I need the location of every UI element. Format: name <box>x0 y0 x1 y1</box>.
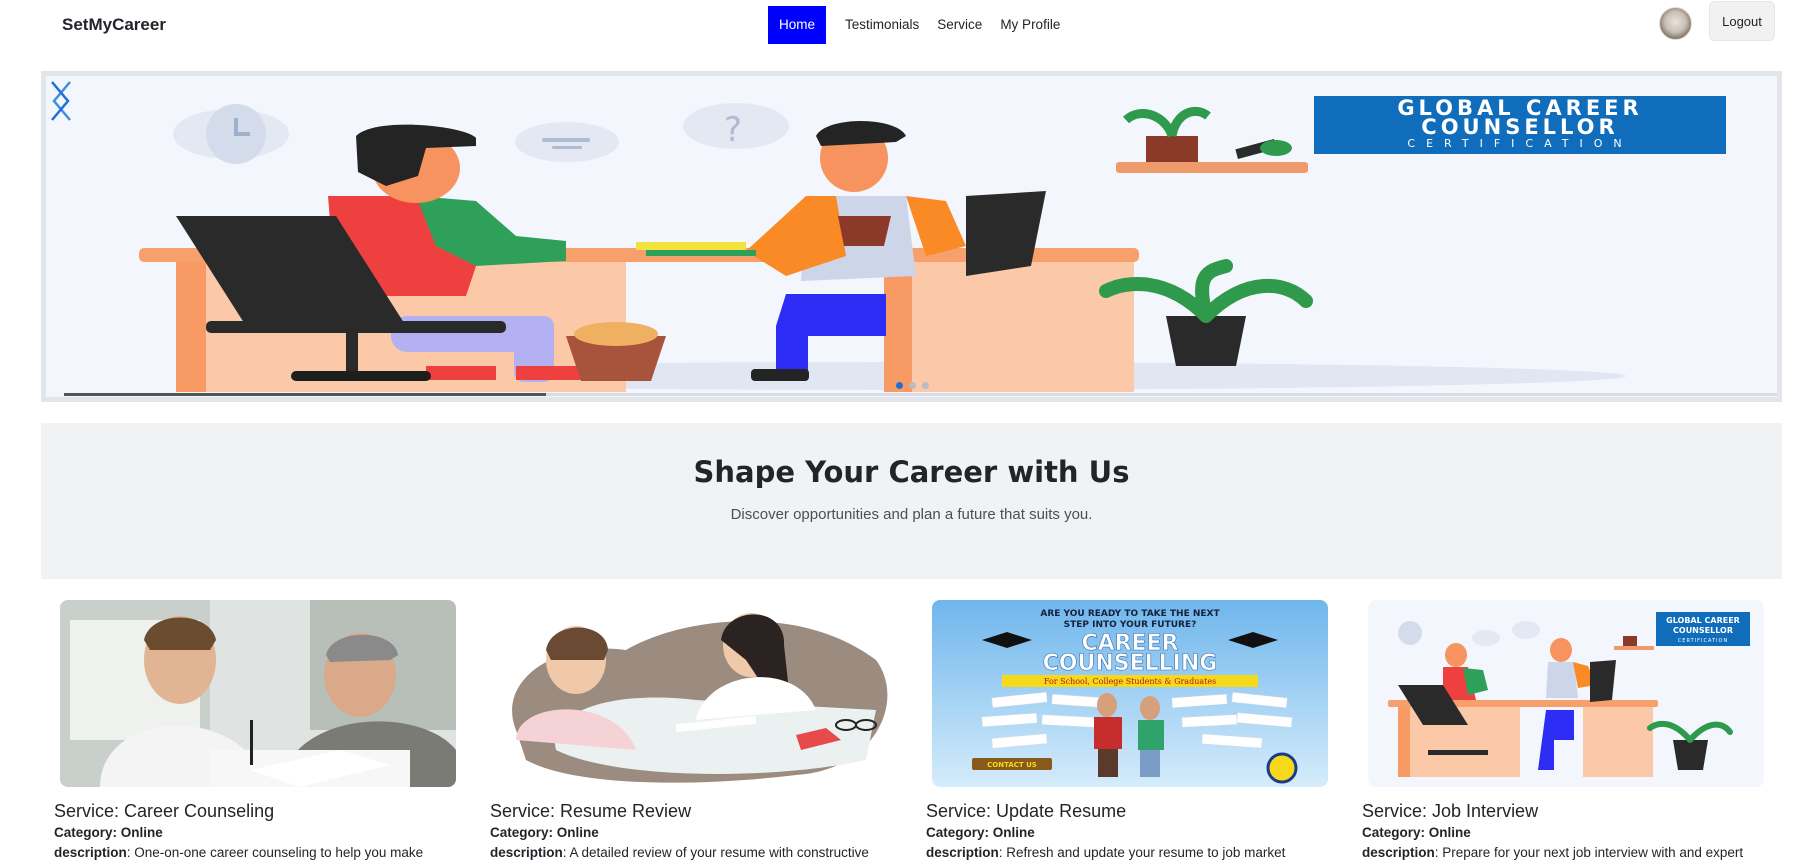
category-label: Category: <box>926 825 990 840</box>
carousel-slide: ? GLOBAL CAREER COUNSELLOR CERTIFICATION <box>46 76 1777 397</box>
mini-banner-line-2: COUNSELLOR <box>1673 626 1733 635</box>
poster-headline-2: STEP INTO YOUR FUTURE? <box>1064 620 1197 630</box>
category-value: Online <box>120 825 163 840</box>
service-card-career-counseling[interactable]: Service: Career Counseling Category: Onl… <box>54 597 456 865</box>
poster-strip: For School, College Students & Graduates <box>1044 677 1216 686</box>
description-label: description <box>54 845 127 860</box>
category-value: Online <box>1428 825 1471 840</box>
description-text: : Prepare for your next job interview wi… <box>1434 845 1744 860</box>
service-card-resume-review[interactable]: Service: Resume Review Category: Online … <box>490 597 892 865</box>
description-text: : A detailed review of your resume with … <box>562 845 869 860</box>
service-image-job-interview: GLOBAL CAREER COUNSELLOR CERTIFICATION <box>1368 600 1764 787</box>
brand-logo[interactable]: SetMyCareer <box>62 15 166 35</box>
service-image-career-counseling <box>60 600 456 787</box>
user-avatar[interactable] <box>1659 7 1692 40</box>
carousel-indicator-2[interactable] <box>909 382 916 389</box>
poster-title-2: COUNSELLING <box>1043 651 1218 676</box>
category-label: Category: <box>54 825 118 840</box>
description-label: description <box>926 845 999 860</box>
service-category: Category: Online <box>490 825 599 840</box>
service-description: description: Prepare for your next job i… <box>1362 845 1759 860</box>
certification-banner: GLOBAL CAREER COUNSELLOR CERTIFICATION <box>1314 96 1726 154</box>
nav-my-profile[interactable]: My Profile <box>991 6 1069 44</box>
carousel-indicator-1[interactable] <box>896 382 903 389</box>
hero-section: Shape Your Career with Us Discover oppor… <box>41 423 1782 579</box>
poster-contact: CONTACT US <box>987 761 1037 769</box>
carousel-progress-bar <box>64 393 1777 396</box>
service-category: Category: Online <box>54 825 163 840</box>
mini-banner-line-1: GLOBAL CAREER <box>1666 616 1740 625</box>
category-value: Online <box>992 825 1035 840</box>
service-description: description: A detailed review of your r… <box>490 845 887 860</box>
nav-links: Home Testimonials Service My Profile <box>768 6 1069 44</box>
hero-subtitle: Discover opportunities and plan a future… <box>730 506 1093 523</box>
category-value: Online <box>556 825 599 840</box>
service-title: Service: Job Interview <box>1362 801 1539 821</box>
hero-title: Shape Your Career with Us <box>693 455 1130 489</box>
service-cards: Service: Career Counseling Category: Onl… <box>54 597 1774 865</box>
carousel-indicators <box>896 382 929 389</box>
description-label: description <box>490 845 563 860</box>
mini-banner-line-3: CERTIFICATION <box>1678 638 1728 644</box>
description-text: : Refresh and update your resume to job … <box>998 845 1286 860</box>
service-category: Category: Online <box>926 825 1035 840</box>
carousel-indicator-3[interactable] <box>922 382 929 389</box>
service-title: Service: Update Resume <box>926 801 1127 821</box>
banner-line-3: CERTIFICATION <box>1407 137 1633 150</box>
carousel-progress-fill <box>64 393 546 396</box>
category-label: Category: <box>1362 825 1426 840</box>
description-label: description <box>1362 845 1435 860</box>
nav-testimonials[interactable]: Testimonials <box>836 6 928 44</box>
banner-line-2: COUNSELLOR <box>1421 115 1619 139</box>
service-description: description: Refresh and update your res… <box>926 845 1323 860</box>
service-card-update-resume[interactable]: ARE YOU READY TO TAKE THE NEXT STEP INTO… <box>926 597 1328 865</box>
logout-button[interactable]: Logout <box>1709 1 1775 41</box>
nav-home[interactable]: Home <box>768 6 827 44</box>
chevron-right-icon[interactable] <box>46 76 76 126</box>
top-navbar: SetMyCareer Home Testimonials Service My… <box>0 0 1813 50</box>
svg-text:?: ? <box>724 110 742 150</box>
hero-carousel: ? GLOBAL CAREER COUNSELLOR CERTIFICATION <box>41 71 1782 402</box>
poster-headline-1: ARE YOU READY TO TAKE THE NEXT <box>1040 609 1220 619</box>
nav-service[interactable]: Service <box>928 6 991 44</box>
service-category: Category: Online <box>1362 825 1471 840</box>
service-image-update-resume: ARE YOU READY TO TAKE THE NEXT STEP INTO… <box>932 600 1328 787</box>
service-title: Service: Career Counseling <box>54 801 275 821</box>
category-label: Category: <box>490 825 554 840</box>
service-title: Service: Resume Review <box>490 801 692 821</box>
service-description: description: One-on-one career counselin… <box>54 845 451 860</box>
service-card-job-interview[interactable]: GLOBAL CAREER COUNSELLOR CERTIFICATION S… <box>1362 597 1764 865</box>
service-image-resume-review <box>496 600 892 787</box>
description-text: : One-on-one career counseling to help y… <box>126 845 424 860</box>
